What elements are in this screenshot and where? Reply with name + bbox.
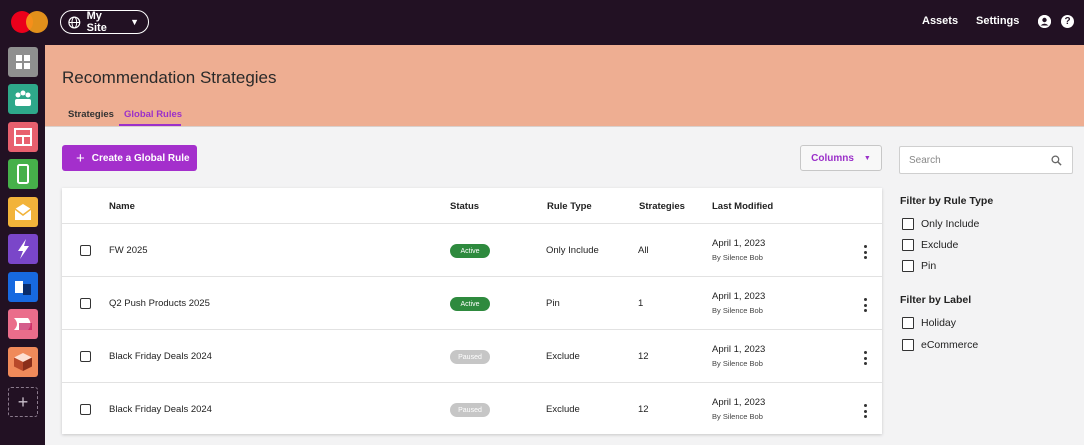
- column-header-strategies[interactable]: Strategies: [639, 201, 685, 212]
- dashboard-app-icon[interactable]: [8, 47, 38, 77]
- help-icon[interactable]: ?: [1061, 15, 1074, 28]
- user-account-icon[interactable]: [1038, 15, 1051, 28]
- filter-option-holiday[interactable]: Holiday: [902, 316, 956, 329]
- assets-link[interactable]: Assets: [922, 15, 958, 27]
- strategies-count: 12: [638, 404, 649, 415]
- table-row[interactable]: Black Friday Deals 2024 Paused Exclude 1…: [62, 329, 882, 382]
- mobile-app-icon[interactable]: [8, 159, 38, 189]
- filter-rule-type-title: Filter by Rule Type: [900, 195, 994, 207]
- more-actions-icon[interactable]: [861, 245, 869, 259]
- create-global-rule-button[interactable]: + Create a Global Rule: [62, 145, 197, 171]
- table-row[interactable]: Black Friday Deals 2024 Paused Exclude 1…: [62, 382, 882, 435]
- settings-link[interactable]: Settings: [976, 15, 1019, 27]
- products-app-icon[interactable]: [8, 347, 38, 377]
- last-modified-by: By Silence Bob: [712, 306, 763, 315]
- brand-logo[interactable]: [11, 11, 49, 33]
- status-badge: Paused: [450, 350, 490, 364]
- filter-option-ecommerce[interactable]: eCommerce: [902, 338, 978, 351]
- rule-type: Exclude: [546, 351, 580, 362]
- rule-name[interactable]: Q2 Push Products 2025: [109, 298, 210, 309]
- column-header-name[interactable]: Name: [109, 201, 135, 212]
- status-badge: Active: [450, 244, 490, 258]
- status-badge: Paused: [450, 403, 490, 417]
- last-modified-by: By Silence Bob: [712, 359, 763, 368]
- more-actions-icon[interactable]: [861, 351, 869, 365]
- content-app-icon[interactable]: [8, 309, 38, 339]
- globe-icon: [68, 15, 81, 29]
- search-icon: [1051, 155, 1062, 166]
- filter-option-label: Only Include: [921, 217, 980, 230]
- add-app-button[interactable]: +: [8, 387, 38, 417]
- columns-button[interactable]: Columns ▼: [800, 145, 882, 171]
- rule-name[interactable]: FW 2025: [109, 245, 148, 256]
- last-modified-date: April 1, 2023: [712, 238, 766, 249]
- search-input[interactable]: Search: [899, 146, 1073, 174]
- plus-icon: +: [76, 149, 85, 167]
- filter-checkbox[interactable]: [902, 316, 914, 329]
- strategies-count: All: [638, 245, 649, 256]
- last-modified-by: By Silence Bob: [712, 253, 763, 262]
- filter-option-label: eCommerce: [921, 338, 979, 351]
- rule-type: Exclude: [546, 404, 580, 415]
- column-header-rule-type[interactable]: Rule Type: [547, 201, 592, 212]
- page-header: Recommendation Strategies Strategies Glo…: [45, 45, 1084, 127]
- tab-strategies[interactable]: Strategies: [68, 109, 114, 120]
- strategies-count: 12: [638, 351, 649, 362]
- strategies-count: 1: [638, 298, 644, 309]
- filter-option-label: Exclude: [921, 238, 959, 251]
- more-actions-icon[interactable]: [861, 298, 869, 312]
- caret-down-icon: ▼: [130, 17, 139, 27]
- row-checkbox[interactable]: [80, 351, 91, 362]
- filter-checkbox[interactable]: [902, 217, 914, 230]
- row-checkbox[interactable]: [80, 404, 91, 415]
- campaigns-app-icon[interactable]: [8, 234, 38, 264]
- row-checkbox[interactable]: [80, 298, 91, 309]
- site-selector-label: My Site: [86, 10, 107, 34]
- search-placeholder: Search: [909, 155, 941, 166]
- email-app-icon[interactable]: [8, 197, 38, 227]
- status-badge: Active: [450, 297, 490, 311]
- audience-app-icon[interactable]: [8, 84, 38, 114]
- active-tab-indicator: [119, 124, 181, 126]
- caret-down-icon: ▼: [863, 154, 871, 162]
- table-row[interactable]: Q2 Push Products 2025 Active Pin 1 April…: [62, 276, 882, 329]
- web-layout-app-icon[interactable]: [8, 122, 38, 152]
- page-title: Recommendation Strategies: [62, 68, 277, 87]
- filter-checkbox[interactable]: [902, 338, 914, 351]
- last-modified-by: By Silence Bob: [712, 412, 763, 421]
- site-selector-button[interactable]: My Site ▼: [60, 10, 149, 34]
- more-actions-icon[interactable]: [861, 404, 869, 418]
- filter-label-title: Filter by Label: [900, 294, 972, 306]
- filter-checkbox[interactable]: [902, 259, 914, 272]
- filter-option-pin[interactable]: Pin: [902, 259, 936, 272]
- rule-type: Pin: [546, 298, 560, 309]
- integrations-app-icon[interactable]: [8, 272, 38, 302]
- column-header-status[interactable]: Status: [450, 201, 479, 212]
- filter-checkbox[interactable]: [902, 238, 914, 251]
- create-global-rule-label: Create a Global Rule: [91, 152, 190, 164]
- table-row[interactable]: FW 2025 Active Only Include All April 1,…: [62, 223, 882, 276]
- filter-option-exclude[interactable]: Exclude: [902, 238, 958, 251]
- columns-label: Columns: [811, 152, 854, 164]
- row-checkbox[interactable]: [80, 245, 91, 256]
- filter-option-only-include[interactable]: Only Include: [902, 217, 979, 230]
- filter-option-label: Holiday: [921, 316, 957, 329]
- filter-option-label: Pin: [921, 259, 937, 272]
- rules-table: Name Status Rule Type Strategies Last Mo…: [62, 188, 882, 434]
- rule-type: Only Include: [546, 245, 599, 256]
- top-bar: My Site ▼ Assets Settings ?: [0, 0, 1084, 45]
- last-modified-date: April 1, 2023: [712, 397, 766, 408]
- app-sidebar: +: [0, 45, 45, 445]
- column-header-last-modified[interactable]: Last Modified: [712, 201, 773, 212]
- last-modified-date: April 1, 2023: [712, 344, 766, 355]
- rule-name[interactable]: Black Friday Deals 2024: [109, 404, 212, 415]
- tab-global-rules[interactable]: Global Rules: [124, 109, 182, 120]
- rule-name[interactable]: Black Friday Deals 2024: [109, 351, 212, 362]
- last-modified-date: April 1, 2023: [712, 291, 766, 302]
